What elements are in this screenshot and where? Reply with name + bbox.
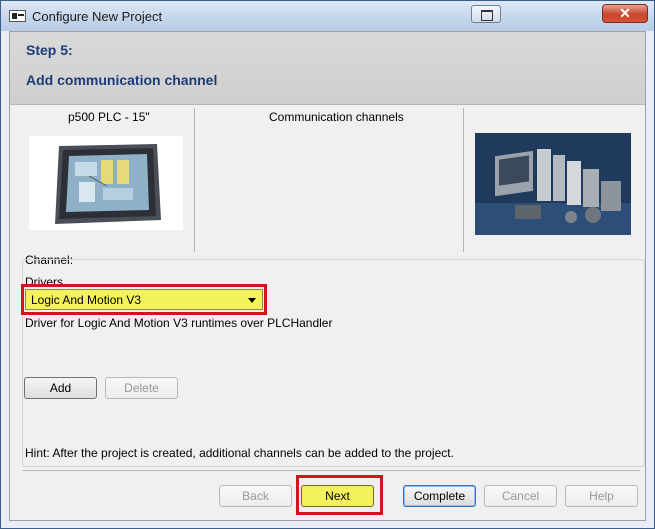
dialog-client: Step 5: Add communication channel p500 P… — [9, 31, 646, 521]
column-divider — [463, 108, 464, 252]
help-button[interactable]: Help — [565, 485, 638, 507]
column-divider — [194, 108, 195, 252]
next-button[interactable]: Next — [301, 485, 374, 507]
communication-channels-heading: Communication channels — [269, 110, 404, 124]
driver-dropdown[interactable]: Logic And Motion V3 — [25, 289, 263, 310]
device-image — [29, 136, 183, 230]
step-title: Step 5: — [26, 42, 73, 58]
close-icon: ✕ — [619, 5, 631, 21]
restore-button[interactable] — [471, 5, 501, 23]
cancel-button[interactable]: Cancel — [484, 485, 557, 507]
footer-divider — [22, 470, 640, 471]
window-title: Configure New Project — [32, 9, 163, 24]
hint-text: Hint: After the project is created, addi… — [25, 446, 454, 460]
complete-button[interactable]: Complete — [403, 485, 476, 507]
app-icon — [9, 10, 26, 22]
device-label: p500 PLC - 15" — [68, 110, 150, 124]
delete-channel-button[interactable]: Delete — [105, 377, 178, 399]
step-subtitle: Add communication channel — [26, 72, 218, 88]
dialog-window: Configure New Project ✕ Step 5: Add comm… — [0, 0, 655, 529]
title-bar[interactable]: Configure New Project ✕ — [1, 1, 654, 31]
step-header: Step 5: Add communication channel — [10, 32, 645, 105]
add-channel-button[interactable]: Add — [24, 377, 97, 399]
driver-dropdown-value: Logic And Motion V3 — [31, 293, 142, 307]
driver-description: Driver for Logic And Motion V3 runtimes … — [25, 316, 333, 330]
hardware-product-image — [475, 133, 631, 235]
back-button[interactable]: Back — [219, 485, 292, 507]
chevron-down-icon[interactable] — [248, 298, 256, 303]
close-button[interactable]: ✕ — [602, 4, 648, 23]
